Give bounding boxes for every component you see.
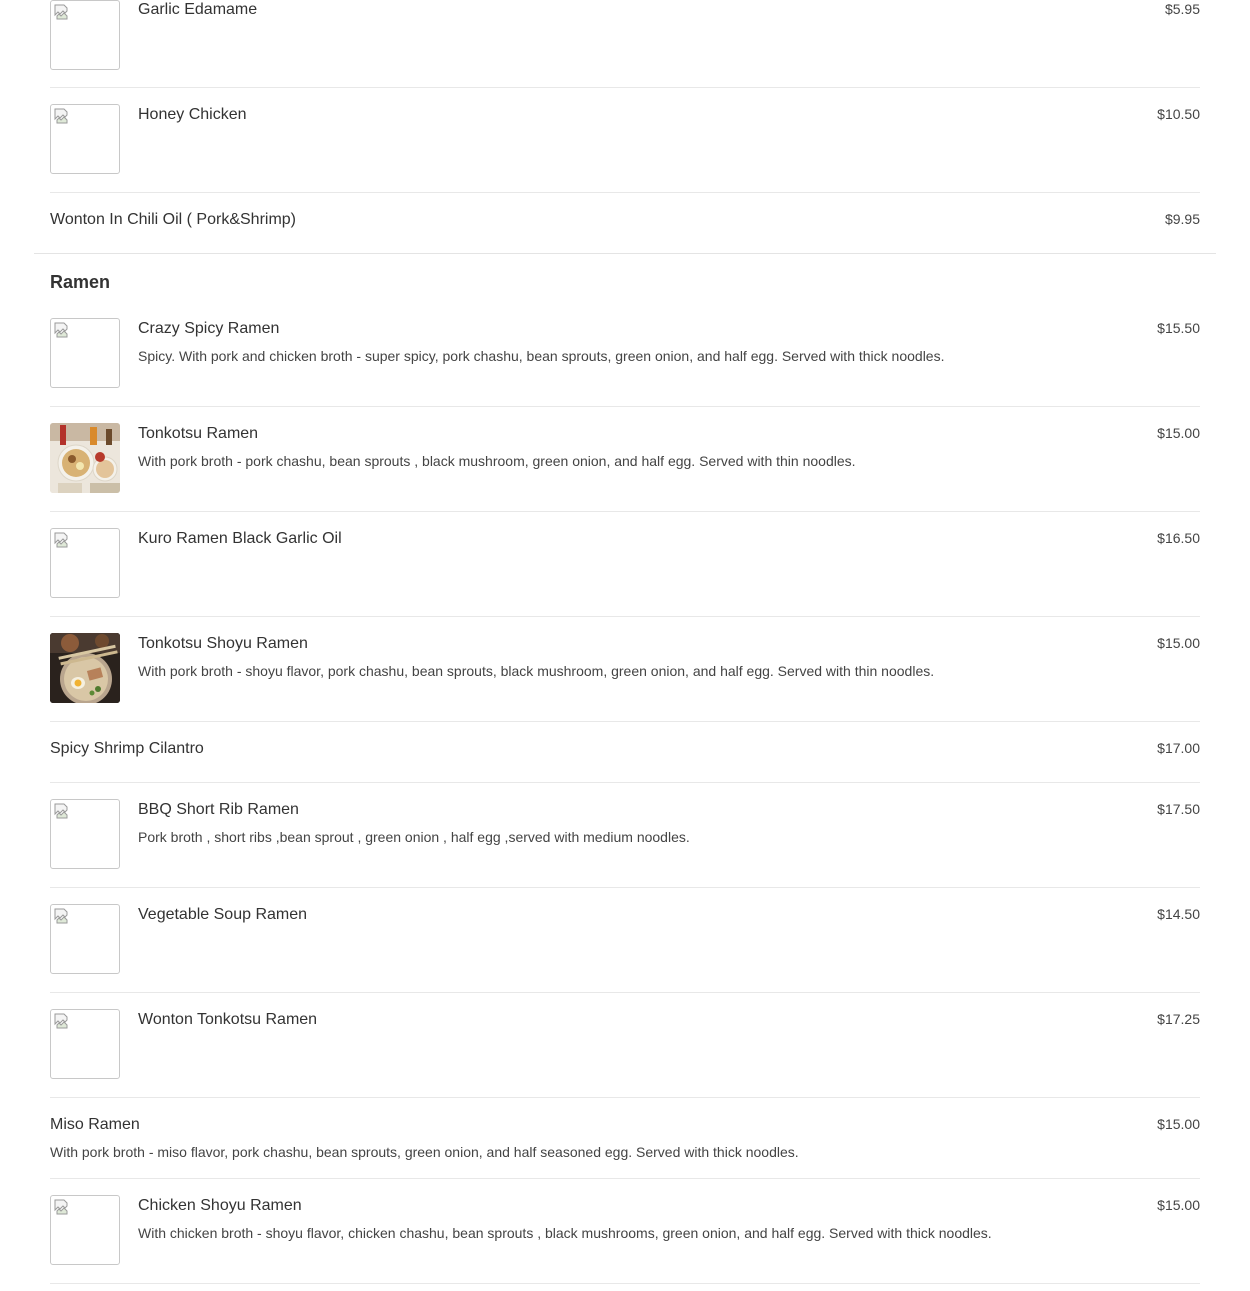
item-name: Garlic Edamame bbox=[138, 1, 258, 18]
menu-item-chicken-shoyu-ramen[interactable]: Chicken Shoyu Ramen With chicken broth -… bbox=[50, 1179, 1200, 1284]
item-image-placeholder bbox=[50, 528, 120, 598]
item-image-placeholder bbox=[50, 1009, 120, 1079]
item-name: Chicken Shoyu Ramen bbox=[138, 1197, 302, 1214]
item-price: $17.50 bbox=[1157, 801, 1200, 817]
item-price: $17.00 bbox=[1157, 740, 1200, 756]
menu-item-miso-ramen[interactable]: Miso Ramen With pork broth - miso flavor… bbox=[50, 1098, 1200, 1179]
item-price: $14.50 bbox=[1157, 906, 1200, 922]
broken-image-icon bbox=[54, 4, 68, 20]
item-description: With chicken broth - shoyu flavor, chick… bbox=[138, 1225, 992, 1241]
item-price: $15.00 bbox=[1157, 425, 1200, 441]
item-price: $15.00 bbox=[1157, 1197, 1200, 1213]
item-description: With pork broth - shoyu flavor, pork cha… bbox=[138, 663, 935, 679]
item-name: Honey Chicken bbox=[138, 106, 247, 123]
item-image-placeholder bbox=[50, 104, 120, 174]
item-name: Crazy Spicy Ramen bbox=[138, 320, 280, 337]
item-name: Spicy Shrimp Cilantro bbox=[50, 740, 204, 757]
menu-item-spicy-shrimp-cilantro[interactable]: Spicy Shrimp Cilantro $17.00 bbox=[50, 722, 1200, 783]
item-photo bbox=[50, 633, 120, 703]
item-name: Wonton In Chili Oil ( Pork&Shrimp) bbox=[50, 211, 296, 228]
menu-item-crazy-spicy-ramen[interactable]: Crazy Spicy Ramen Spicy. With pork and c… bbox=[50, 302, 1200, 407]
item-name: BBQ Short Rib Ramen bbox=[138, 801, 299, 818]
item-image-placeholder bbox=[50, 1195, 120, 1265]
ramen-photo-image bbox=[50, 633, 120, 703]
broken-image-icon bbox=[54, 803, 68, 819]
item-image-placeholder bbox=[50, 904, 120, 974]
menu-item-wonton-tonkotsu-ramen[interactable]: Wonton Tonkotsu Ramen $17.25 bbox=[50, 993, 1200, 1098]
item-price: $17.25 bbox=[1157, 1011, 1200, 1027]
item-photo bbox=[50, 423, 120, 493]
broken-image-icon bbox=[54, 108, 68, 124]
item-name: Tonkotsu Shoyu Ramen bbox=[138, 635, 308, 652]
item-name: Vegetable Soup Ramen bbox=[138, 906, 308, 923]
broken-image-icon bbox=[54, 532, 68, 548]
ramen-photo-image bbox=[50, 423, 120, 493]
menu-item-garlic-edamame[interactable]: Garlic Edamame $5.95 bbox=[50, 0, 1200, 88]
menu-item-vegetable-soup-ramen[interactable]: Vegetable Soup Ramen $14.50 bbox=[50, 888, 1200, 993]
item-price: $9.95 bbox=[1164, 211, 1200, 227]
section-title-ramen: Ramen bbox=[50, 272, 111, 292]
item-description: With pork broth - miso flavor, pork chas… bbox=[50, 1144, 799, 1160]
menu-item-kuro-ramen[interactable]: Kuro Ramen Black Garlic Oil $16.50 bbox=[50, 512, 1200, 617]
item-price: $10.50 bbox=[1157, 106, 1200, 122]
item-price: $5.95 bbox=[1164, 1, 1200, 17]
broken-image-icon bbox=[54, 1199, 68, 1215]
item-name: Tonkotsu Ramen bbox=[138, 425, 259, 442]
item-description: Pork broth , short ribs ,bean sprout , g… bbox=[138, 829, 690, 845]
menu-item-tonkotsu-shoyu-ramen[interactable]: Tonkotsu Shoyu Ramen With pork broth - s… bbox=[50, 617, 1200, 722]
item-name: Wonton Tonkotsu Ramen bbox=[138, 1011, 318, 1028]
menu-item-tonkotsu-ramen[interactable]: Tonkotsu Ramen With pork broth - pork ch… bbox=[50, 407, 1200, 512]
menu-item-bbq-short-rib-ramen[interactable]: BBQ Short Rib Ramen Pork broth , short r… bbox=[50, 783, 1200, 888]
item-description: With pork broth - pork chashu, bean spro… bbox=[138, 453, 856, 469]
item-image-placeholder bbox=[50, 799, 120, 869]
item-price: $15.50 bbox=[1157, 320, 1200, 336]
menu-item-wonton-chili-oil[interactable]: Wonton In Chili Oil ( Pork&Shrimp) $9.95 bbox=[50, 193, 1200, 253]
item-price: $15.00 bbox=[1157, 635, 1200, 651]
item-price: $16.50 bbox=[1157, 530, 1200, 546]
broken-image-icon bbox=[54, 322, 68, 338]
item-name: Kuro Ramen Black Garlic Oil bbox=[138, 530, 342, 547]
item-image-placeholder bbox=[50, 0, 120, 70]
broken-image-icon bbox=[54, 908, 68, 924]
broken-image-icon bbox=[54, 1013, 68, 1029]
item-description: Spicy. With pork and chicken broth - sup… bbox=[138, 348, 945, 364]
item-price: $15.00 bbox=[1157, 1116, 1200, 1132]
item-name: Miso Ramen bbox=[50, 1116, 140, 1133]
menu-item-honey-chicken[interactable]: Honey Chicken $10.50 bbox=[50, 88, 1200, 193]
item-image-placeholder bbox=[50, 318, 120, 388]
section-divider bbox=[34, 253, 1216, 254]
